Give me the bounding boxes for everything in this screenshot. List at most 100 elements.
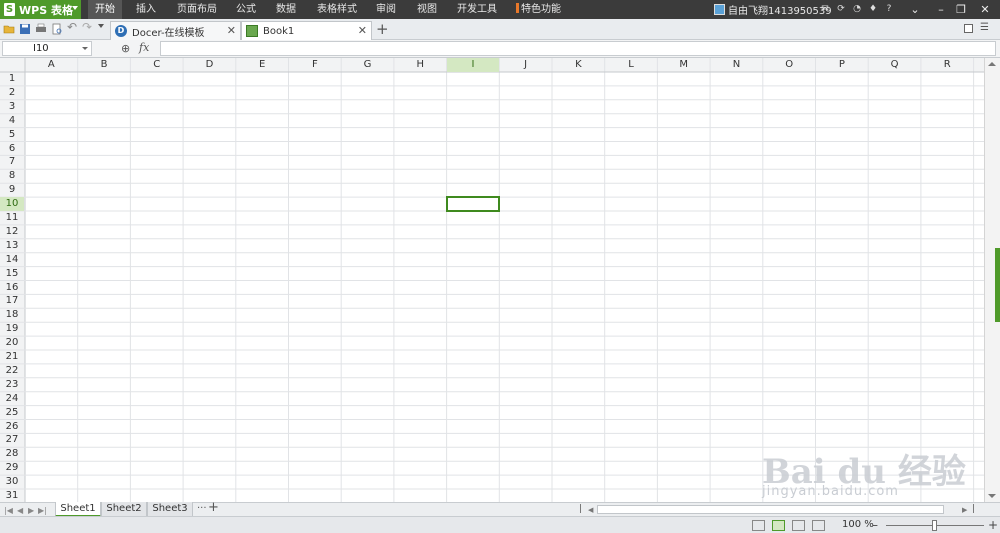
sheet-tab-2[interactable]: Sheet2 — [101, 502, 147, 517]
skin-icon[interactable]: ♦ — [868, 4, 878, 14]
print-preview-icon[interactable] — [51, 23, 63, 35]
column-header[interactable]: E — [236, 58, 289, 72]
column-header[interactable]: N — [710, 58, 763, 72]
close-icon[interactable]: ✕ — [227, 24, 236, 37]
column-header[interactable]: R — [921, 58, 974, 72]
row-header[interactable]: 12 — [0, 225, 24, 239]
scroll-right-icon[interactable]: ▶ — [962, 506, 967, 514]
column-header[interactable]: H — [394, 58, 447, 72]
user-account[interactable]: 自由飞翔1413950539 — [714, 2, 832, 17]
ribbon-collapse-icon[interactable]: ⌄ — [904, 0, 926, 19]
tab-list-icon[interactable]: ☰ — [980, 22, 992, 34]
first-sheet-icon[interactable]: |◀ — [4, 506, 13, 515]
name-box[interactable]: I10 — [2, 41, 92, 56]
row-header[interactable]: 9 — [0, 183, 24, 197]
row-header[interactable]: 3 — [0, 100, 24, 114]
row-header[interactable]: 25 — [0, 406, 24, 420]
row-header[interactable]: 30 — [0, 475, 24, 489]
zoom-slider-thumb[interactable] — [932, 520, 937, 531]
row-header[interactable]: 11 — [0, 211, 24, 225]
menu-item-special-features[interactable]: 特色功能 — [516, 0, 561, 19]
restore-icon[interactable]: ❐ — [950, 0, 972, 19]
row-header[interactable]: 20 — [0, 336, 24, 350]
add-sheet-plus-icon[interactable]: + — [208, 500, 219, 515]
menu-item-data[interactable]: 数据 — [276, 0, 296, 19]
row-header[interactable]: 27 — [0, 433, 24, 447]
split-handle-icon[interactable]: | — [579, 504, 582, 514]
prev-sheet-icon[interactable]: ◀ — [17, 506, 23, 515]
row-header[interactable]: 19 — [0, 322, 24, 336]
row-header[interactable]: 24 — [0, 392, 24, 406]
more-sheets-icon[interactable]: ··· — [197, 503, 207, 514]
customize-toolbar-icon[interactable] — [98, 24, 104, 28]
row-header[interactable]: 10 — [0, 197, 24, 211]
row-header[interactable]: 22 — [0, 364, 24, 378]
active-cell-selection[interactable] — [445, 196, 501, 212]
column-header[interactable]: D — [183, 58, 236, 72]
redo-icon[interactable]: ↷ — [82, 20, 94, 34]
split-right-icon[interactable]: | — [972, 504, 975, 514]
row-header[interactable]: 7 — [0, 155, 24, 169]
sync-icon[interactable]: ⟳ — [836, 4, 846, 14]
row-header[interactable]: 31 — [0, 489, 24, 502]
row-header[interactable]: 4 — [0, 114, 24, 128]
next-sheet-icon[interactable]: ▶ — [28, 506, 34, 515]
row-header[interactable]: 15 — [0, 267, 24, 281]
scroll-left-icon[interactable]: ◀ — [588, 506, 593, 514]
scroll-up-icon[interactable] — [988, 62, 996, 66]
zoom-lookup-icon[interactable]: ⊕ — [121, 42, 130, 55]
save-icon[interactable] — [19, 23, 31, 35]
zoom-in-icon[interactable]: + — [988, 518, 998, 532]
close-icon[interactable]: ✕ — [358, 24, 367, 37]
menu-item-insert[interactable]: 插入 — [136, 0, 156, 19]
page-break-view-icon[interactable] — [752, 520, 765, 531]
row-header[interactable]: 18 — [0, 308, 24, 322]
app-menu-button[interactable]: S WPS 表格 — [0, 0, 81, 19]
sheet-tab-1[interactable]: Sheet1 — [55, 502, 101, 517]
menu-item-review[interactable]: 审阅 — [376, 0, 396, 19]
row-header[interactable]: 2 — [0, 86, 24, 100]
formula-input[interactable] — [160, 41, 996, 56]
sheet-tab-3[interactable]: Sheet3 — [147, 502, 193, 517]
side-panel-toggle[interactable] — [995, 248, 1000, 322]
column-header[interactable]: I — [446, 58, 500, 72]
last-sheet-icon[interactable]: ▶| — [38, 506, 47, 515]
zoom-out-icon[interactable]: – — [872, 518, 878, 532]
column-header[interactable]: L — [605, 58, 658, 72]
column-header[interactable]: A — [25, 58, 78, 72]
menu-item-view[interactable]: 视图 — [417, 0, 437, 19]
column-header[interactable]: M — [657, 58, 710, 72]
zoom-level[interactable]: 100 % — [842, 519, 874, 530]
row-header[interactable]: 8 — [0, 169, 24, 183]
column-header[interactable]: Q — [868, 58, 921, 72]
column-header[interactable]: G — [341, 58, 394, 72]
row-header[interactable]: 6 — [0, 142, 24, 156]
column-header[interactable]: K — [552, 58, 605, 72]
row-header[interactable]: 17 — [0, 294, 24, 308]
open-folder-icon[interactable] — [3, 23, 15, 35]
insert-function-button[interactable]: fx — [139, 41, 149, 54]
row-header[interactable]: 14 — [0, 253, 24, 267]
row-header[interactable]: 23 — [0, 378, 24, 392]
column-header[interactable]: O — [763, 58, 816, 72]
row-header[interactable]: 13 — [0, 239, 24, 253]
menu-item-formulas[interactable]: 公式 — [236, 0, 256, 19]
row-header[interactable]: 1 — [0, 72, 24, 86]
horizontal-scrollbar[interactable] — [597, 505, 944, 514]
normal-view-icon[interactable] — [772, 520, 785, 531]
row-header[interactable]: 16 — [0, 281, 24, 295]
tab-docer[interactable]: D Docer-在线模板 ✕ — [110, 21, 241, 40]
close-window-icon[interactable]: ✕ — [974, 0, 996, 19]
minimize-icon[interactable]: – — [930, 0, 952, 19]
row-header[interactable]: 28 — [0, 447, 24, 461]
column-header[interactable]: P — [816, 58, 869, 72]
menu-item-table-styles[interactable]: 表格样式 — [317, 0, 357, 19]
row-header[interactable]: 21 — [0, 350, 24, 364]
print-icon[interactable] — [35, 23, 47, 35]
undo-icon[interactable]: ↶ — [67, 20, 79, 34]
mail-icon[interactable]: ✉ — [820, 4, 830, 14]
column-header[interactable]: C — [130, 58, 183, 72]
menu-item-home[interactable]: 开始 — [88, 0, 122, 19]
row-header[interactable]: 26 — [0, 420, 24, 434]
row-header[interactable]: 5 — [0, 128, 24, 142]
